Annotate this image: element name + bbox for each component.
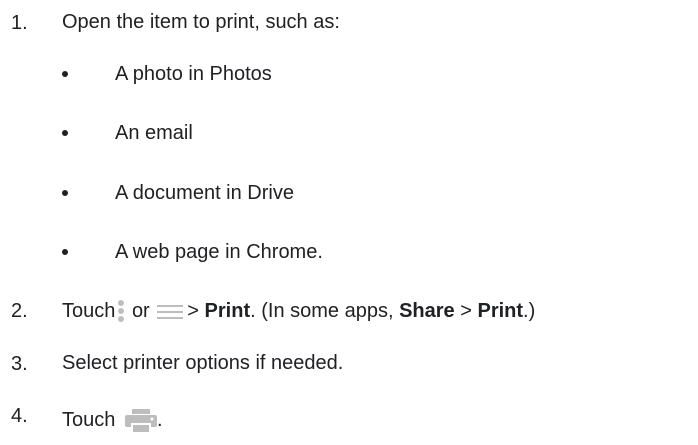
bullet [62, 130, 68, 136]
sub-item-email: An email [115, 122, 193, 144]
step-3-text: Select printer options if needed. [62, 352, 344, 374]
more-vert-icon [117, 299, 125, 324]
menu-icon [157, 302, 184, 322]
step-1-text: Open the item to print, such as: [62, 11, 340, 33]
step-2-number: 2. [11, 300, 28, 322]
sub-item-drive: A document in Drive [115, 182, 294, 204]
step-4-text: Touch . [62, 408, 163, 434]
bullet [62, 190, 68, 196]
step-3-number: 3. [11, 353, 28, 375]
sub-item-photos: A photo in Photos [115, 63, 272, 85]
step-4-number: 4. [11, 405, 28, 427]
bullet [62, 71, 68, 77]
bullet [62, 249, 68, 255]
step-2-text: Touch or > Print. (In some apps, Share >… [62, 299, 536, 324]
step-1-number: 1. [11, 12, 28, 34]
sub-item-chrome: A web page in Chrome. [115, 241, 323, 263]
printer-icon [124, 408, 157, 434]
